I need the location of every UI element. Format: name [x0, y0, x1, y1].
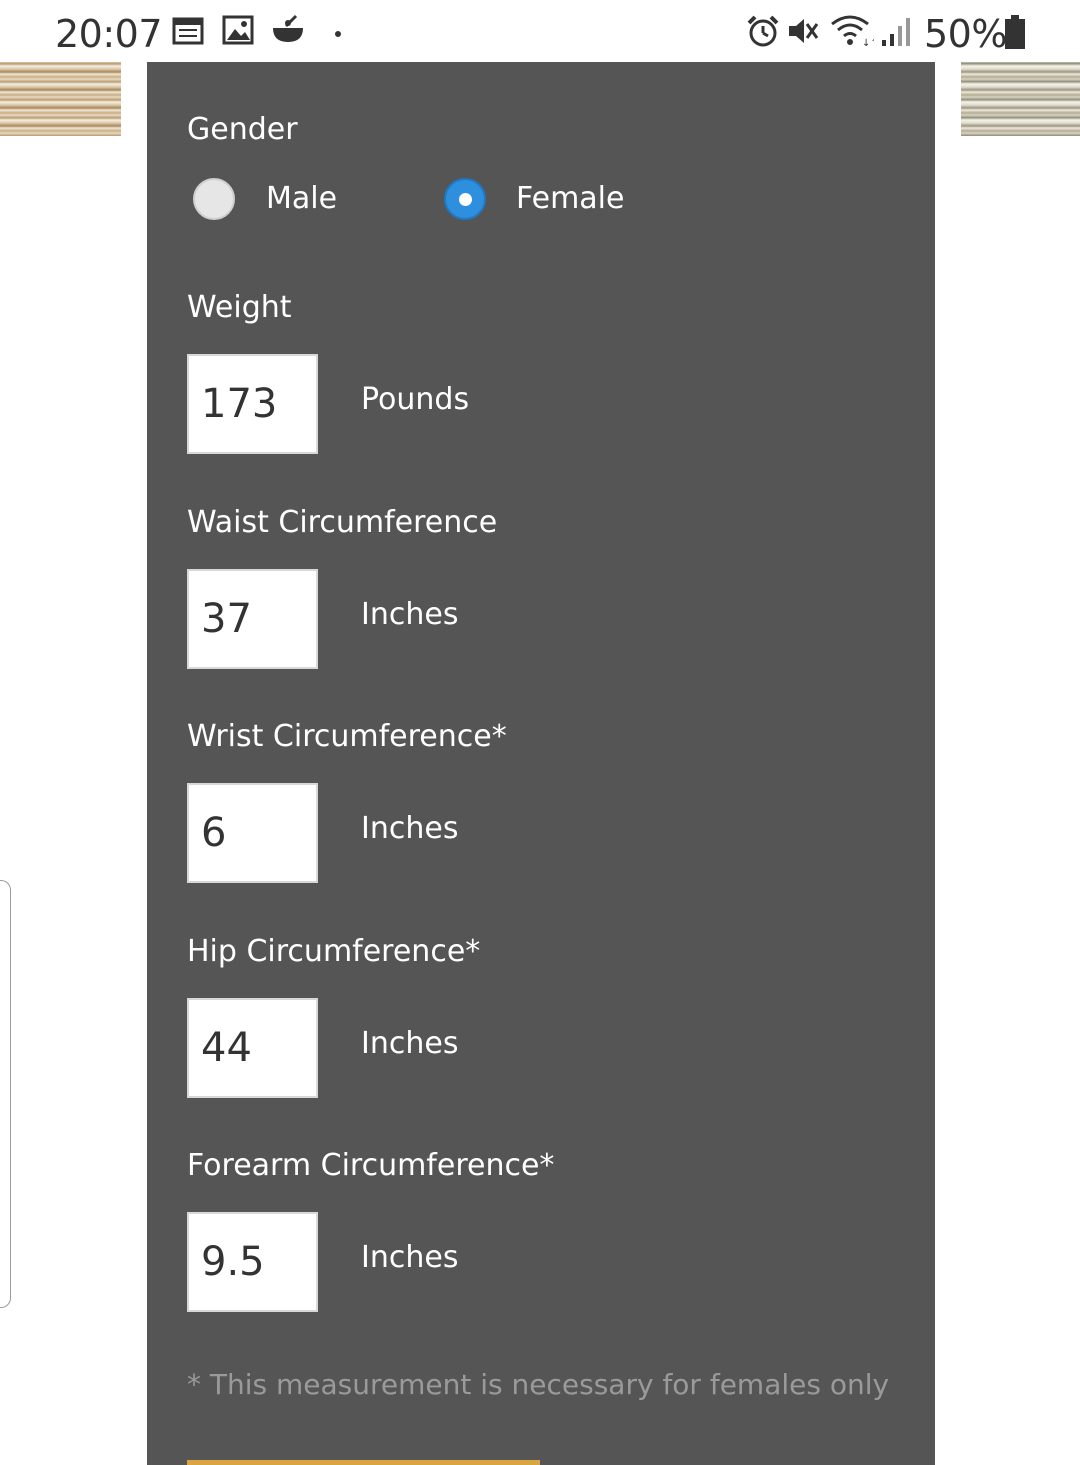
battery-icon [1003, 14, 1027, 55]
wrist-label: Wrist Circumference* [187, 719, 507, 754]
signal-icon [880, 14, 912, 53]
alarm-icon [746, 14, 780, 53]
wifi-icon: ↓↑ [830, 14, 879, 53]
calculator-form-panel: Gender Male Female Weight Pounds Waist C… [147, 62, 935, 1465]
wrist-unit: Inches [361, 811, 459, 846]
gallery-icon [222, 14, 254, 51]
background-texture-right [961, 62, 1080, 136]
female-radio[interactable] [444, 178, 486, 220]
status-time: 20:07 [55, 12, 163, 56]
hip-unit: Inches [361, 1026, 459, 1061]
status-bar: 20:07 ↓ 50% [0, 0, 1080, 64]
hip-input[interactable] [187, 998, 318, 1098]
gender-label: Gender [187, 112, 298, 147]
forearm-input[interactable] [187, 1212, 318, 1312]
wrist-input[interactable] [187, 783, 318, 883]
male-radio-label[interactable]: Male [266, 181, 337, 216]
weight-label: Weight [187, 290, 292, 325]
female-radio-label[interactable]: Female [516, 181, 624, 216]
background-texture-left [0, 62, 121, 136]
weight-unit: Pounds [361, 382, 470, 417]
notification-dot-icon [333, 26, 343, 44]
hip-label: Hip Circumference* [187, 934, 481, 969]
forearm-unit: Inches [361, 1240, 459, 1275]
forearm-label: Forearm Circumference* [187, 1148, 555, 1183]
weight-input[interactable] [187, 354, 318, 454]
waist-unit: Inches [361, 597, 459, 632]
male-radio[interactable] [193, 178, 235, 220]
cooking-pot-icon [270, 14, 306, 51]
female-only-footnote: * This measurement is necessary for fema… [187, 1368, 890, 1401]
calculate-button[interactable] [187, 1460, 540, 1465]
calendar-icon [172, 14, 204, 51]
svg-text:↓↑: ↓↑ [862, 38, 874, 48]
waist-label: Waist Circumference [187, 505, 498, 540]
side-panel-handle[interactable] [0, 880, 11, 1308]
battery-percentage: 50% [924, 12, 1007, 56]
waist-input[interactable] [187, 569, 318, 669]
vibrate-mute-icon [786, 14, 820, 53]
